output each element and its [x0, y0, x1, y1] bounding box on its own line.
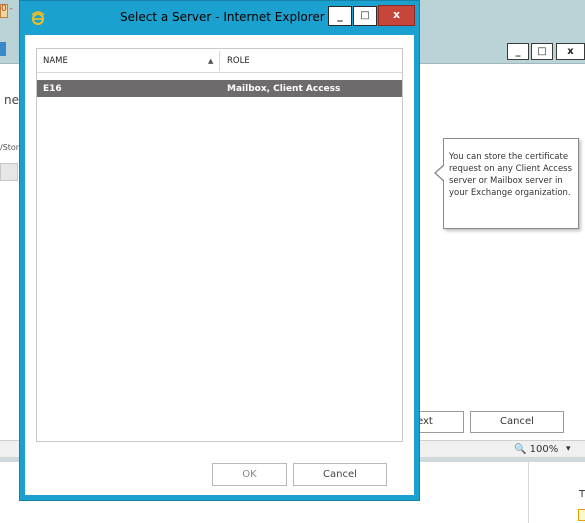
table-row[interactable] — [37, 80, 402, 97]
tooltip-arrow-fill — [436, 165, 445, 181]
help-tooltip: You can store the certificate request on… — [443, 138, 579, 229]
zoom-level[interactable]: 🔍 100% — [514, 444, 558, 455]
table-cell-role[interactable]: Mailbox, Client Access — [227, 84, 340, 94]
background-bottom-box — [578, 509, 585, 521]
background-bottom-text: T — [579, 489, 585, 500]
background-title-fragment: 0 - — [1, 4, 13, 14]
internet-explorer-icon — [31, 11, 45, 25]
dialog-maximize-button[interactable]: □ — [353, 6, 377, 26]
background-input-field[interactable] — [0, 163, 18, 181]
table-cell-name[interactable]: E16 — [43, 84, 62, 94]
cancel-button[interactable]: Cancel — [293, 463, 387, 486]
dialog-minimize-button[interactable]: _ — [328, 6, 352, 26]
server-table — [36, 48, 403, 442]
background-cancel-button[interactable]: Cancel — [470, 411, 564, 433]
background-minimize-button[interactable]: _ — [507, 43, 529, 60]
background-ie-icon — [0, 42, 6, 56]
background-maximize-button[interactable]: □ — [531, 43, 553, 60]
dialog-title: Select a Server - Internet Explorer — [120, 10, 325, 24]
background-pane-divider — [528, 462, 529, 523]
column-separator[interactable] — [219, 51, 220, 71]
background-heading-fragment: ne — [4, 93, 19, 107]
ok-button[interactable]: OK — [212, 463, 287, 486]
sort-ascending-icon[interactable]: ▲ — [208, 57, 213, 65]
column-header-role[interactable]: ROLE — [227, 56, 250, 66]
tooltip-text: You can store the certificate request on… — [449, 152, 573, 198]
background-close-button[interactable]: x — [556, 43, 585, 60]
background-label-fragment: /Stor — [0, 143, 20, 152]
column-header-name[interactable]: NAME — [43, 56, 68, 66]
dialog-close-button[interactable]: x — [378, 5, 415, 26]
zoom-dropdown-icon[interactable]: ▾ — [566, 444, 571, 454]
